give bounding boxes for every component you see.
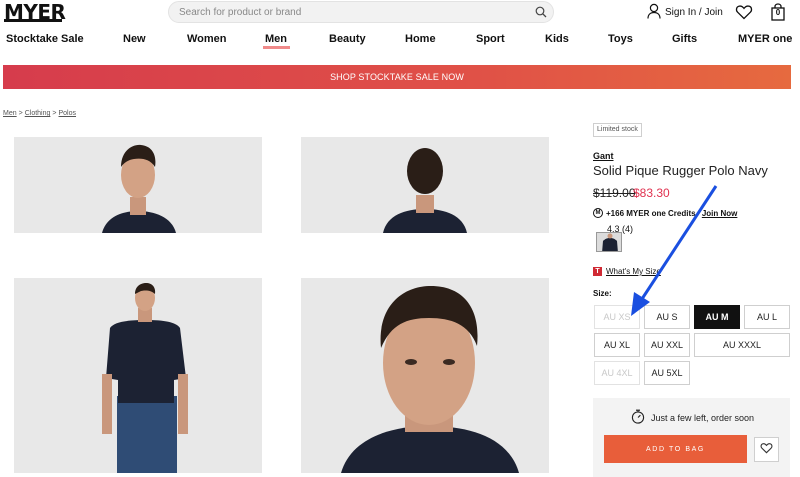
promo-banner-text: SHOP STOCKTAKE SALE NOW xyxy=(330,72,464,82)
add-to-bag-button[interactable]: ADD TO BAG xyxy=(604,435,747,463)
size-button-au-s[interactable]: AU S xyxy=(644,305,690,329)
size-guide-link[interactable]: What's My Size xyxy=(606,267,661,276)
size-guide[interactable]: T What's My Size xyxy=(593,267,661,276)
original-price: $119.00 xyxy=(593,186,636,200)
breadcrumb-men[interactable]: Men xyxy=(3,110,17,117)
nav-item-sport[interactable]: Sport xyxy=(476,33,505,45)
nav-item-new[interactable]: New xyxy=(123,33,146,45)
nav-item-beauty[interactable]: Beauty xyxy=(329,33,366,45)
product-image-front-crop[interactable] xyxy=(14,137,262,233)
product-title: Solid Pique Rugger Polo Navy xyxy=(593,163,768,178)
size-button-au-xxxl[interactable]: AU XXXL xyxy=(694,333,790,357)
nav-item-kids[interactable]: Kids xyxy=(545,33,569,45)
breadcrumb-separator: > xyxy=(18,110,23,117)
stock-message-text: Just a few left, order soon xyxy=(651,412,755,423)
size-guide-icon: T xyxy=(593,267,602,276)
stock-message: Just a few left, order soon xyxy=(631,409,754,426)
user-icon xyxy=(647,3,661,22)
breadcrumb: Men > Clothing > Polos xyxy=(3,110,76,117)
bag-count: 0 xyxy=(775,8,781,17)
breadcrumb-polos[interactable]: Polos xyxy=(59,110,77,117)
nav-item-men[interactable]: Men xyxy=(265,33,287,45)
color-swatch-navy[interactable] xyxy=(596,232,622,252)
wishlist-heart-icon xyxy=(760,441,773,459)
signin-label: Sign In / Join xyxy=(665,6,723,18)
nav-item-home[interactable]: Home xyxy=(405,33,436,45)
heart-icon[interactable] xyxy=(735,3,753,21)
size-button-au-l[interactable]: AU L xyxy=(744,305,790,329)
size-button-au-xxl[interactable]: AU XXL xyxy=(644,333,690,357)
signin-link[interactable]: Sign In / Join xyxy=(647,3,723,21)
size-button-au-5xl[interactable]: AU 5XL xyxy=(644,361,690,385)
logo-underline xyxy=(4,19,62,22)
breadcrumb-clothing[interactable]: Clothing xyxy=(25,110,51,117)
nav-item-stocktake-sale[interactable]: Stocktake Sale xyxy=(6,33,84,45)
search-bar[interactable] xyxy=(168,1,554,23)
search-icon[interactable] xyxy=(529,1,553,23)
size-label: Size: xyxy=(593,289,612,298)
promo-banner[interactable]: SHOP STOCKTAKE SALE NOW xyxy=(3,65,791,89)
size-button-au-xs[interactable]: AU XS xyxy=(594,305,640,329)
credits-text: +166 MYER one Credits. xyxy=(606,208,698,218)
limited-stock-badge: Limited stock xyxy=(593,123,642,137)
size-button-au-xl[interactable]: AU XL xyxy=(594,333,640,357)
size-button-au-m[interactable]: AU M xyxy=(694,305,740,329)
product-image-face-closeup[interactable] xyxy=(301,278,549,473)
annotation-arrow xyxy=(631,185,718,316)
search-input[interactable] xyxy=(179,6,529,18)
nav-item-women[interactable]: Women xyxy=(187,33,227,45)
nav-active-underline xyxy=(263,46,290,49)
timer-icon xyxy=(631,409,645,426)
wishlist-button[interactable] xyxy=(754,437,779,462)
nav-item-myer-one[interactable]: MYER one xyxy=(738,33,792,45)
myer-one-credits: M +166 MYER one Credits. Join Now xyxy=(593,208,737,218)
nav-item-toys[interactable]: Toys xyxy=(608,33,633,45)
product-image-full-body[interactable] xyxy=(14,278,262,473)
size-button-au-4xl[interactable]: AU 4XL xyxy=(594,361,640,385)
credits-icon: M xyxy=(593,208,603,218)
nav-item-gifts[interactable]: Gifts xyxy=(672,33,697,45)
product-image-back-crop[interactable] xyxy=(301,137,549,233)
main-nav: Stocktake Sale New Women Men Beauty Home… xyxy=(0,33,800,49)
sale-price: $83.30 xyxy=(633,186,670,200)
breadcrumb-separator: > xyxy=(52,110,57,117)
brand-link[interactable]: Gant xyxy=(593,151,614,161)
join-now-link[interactable]: Join Now xyxy=(702,209,738,218)
